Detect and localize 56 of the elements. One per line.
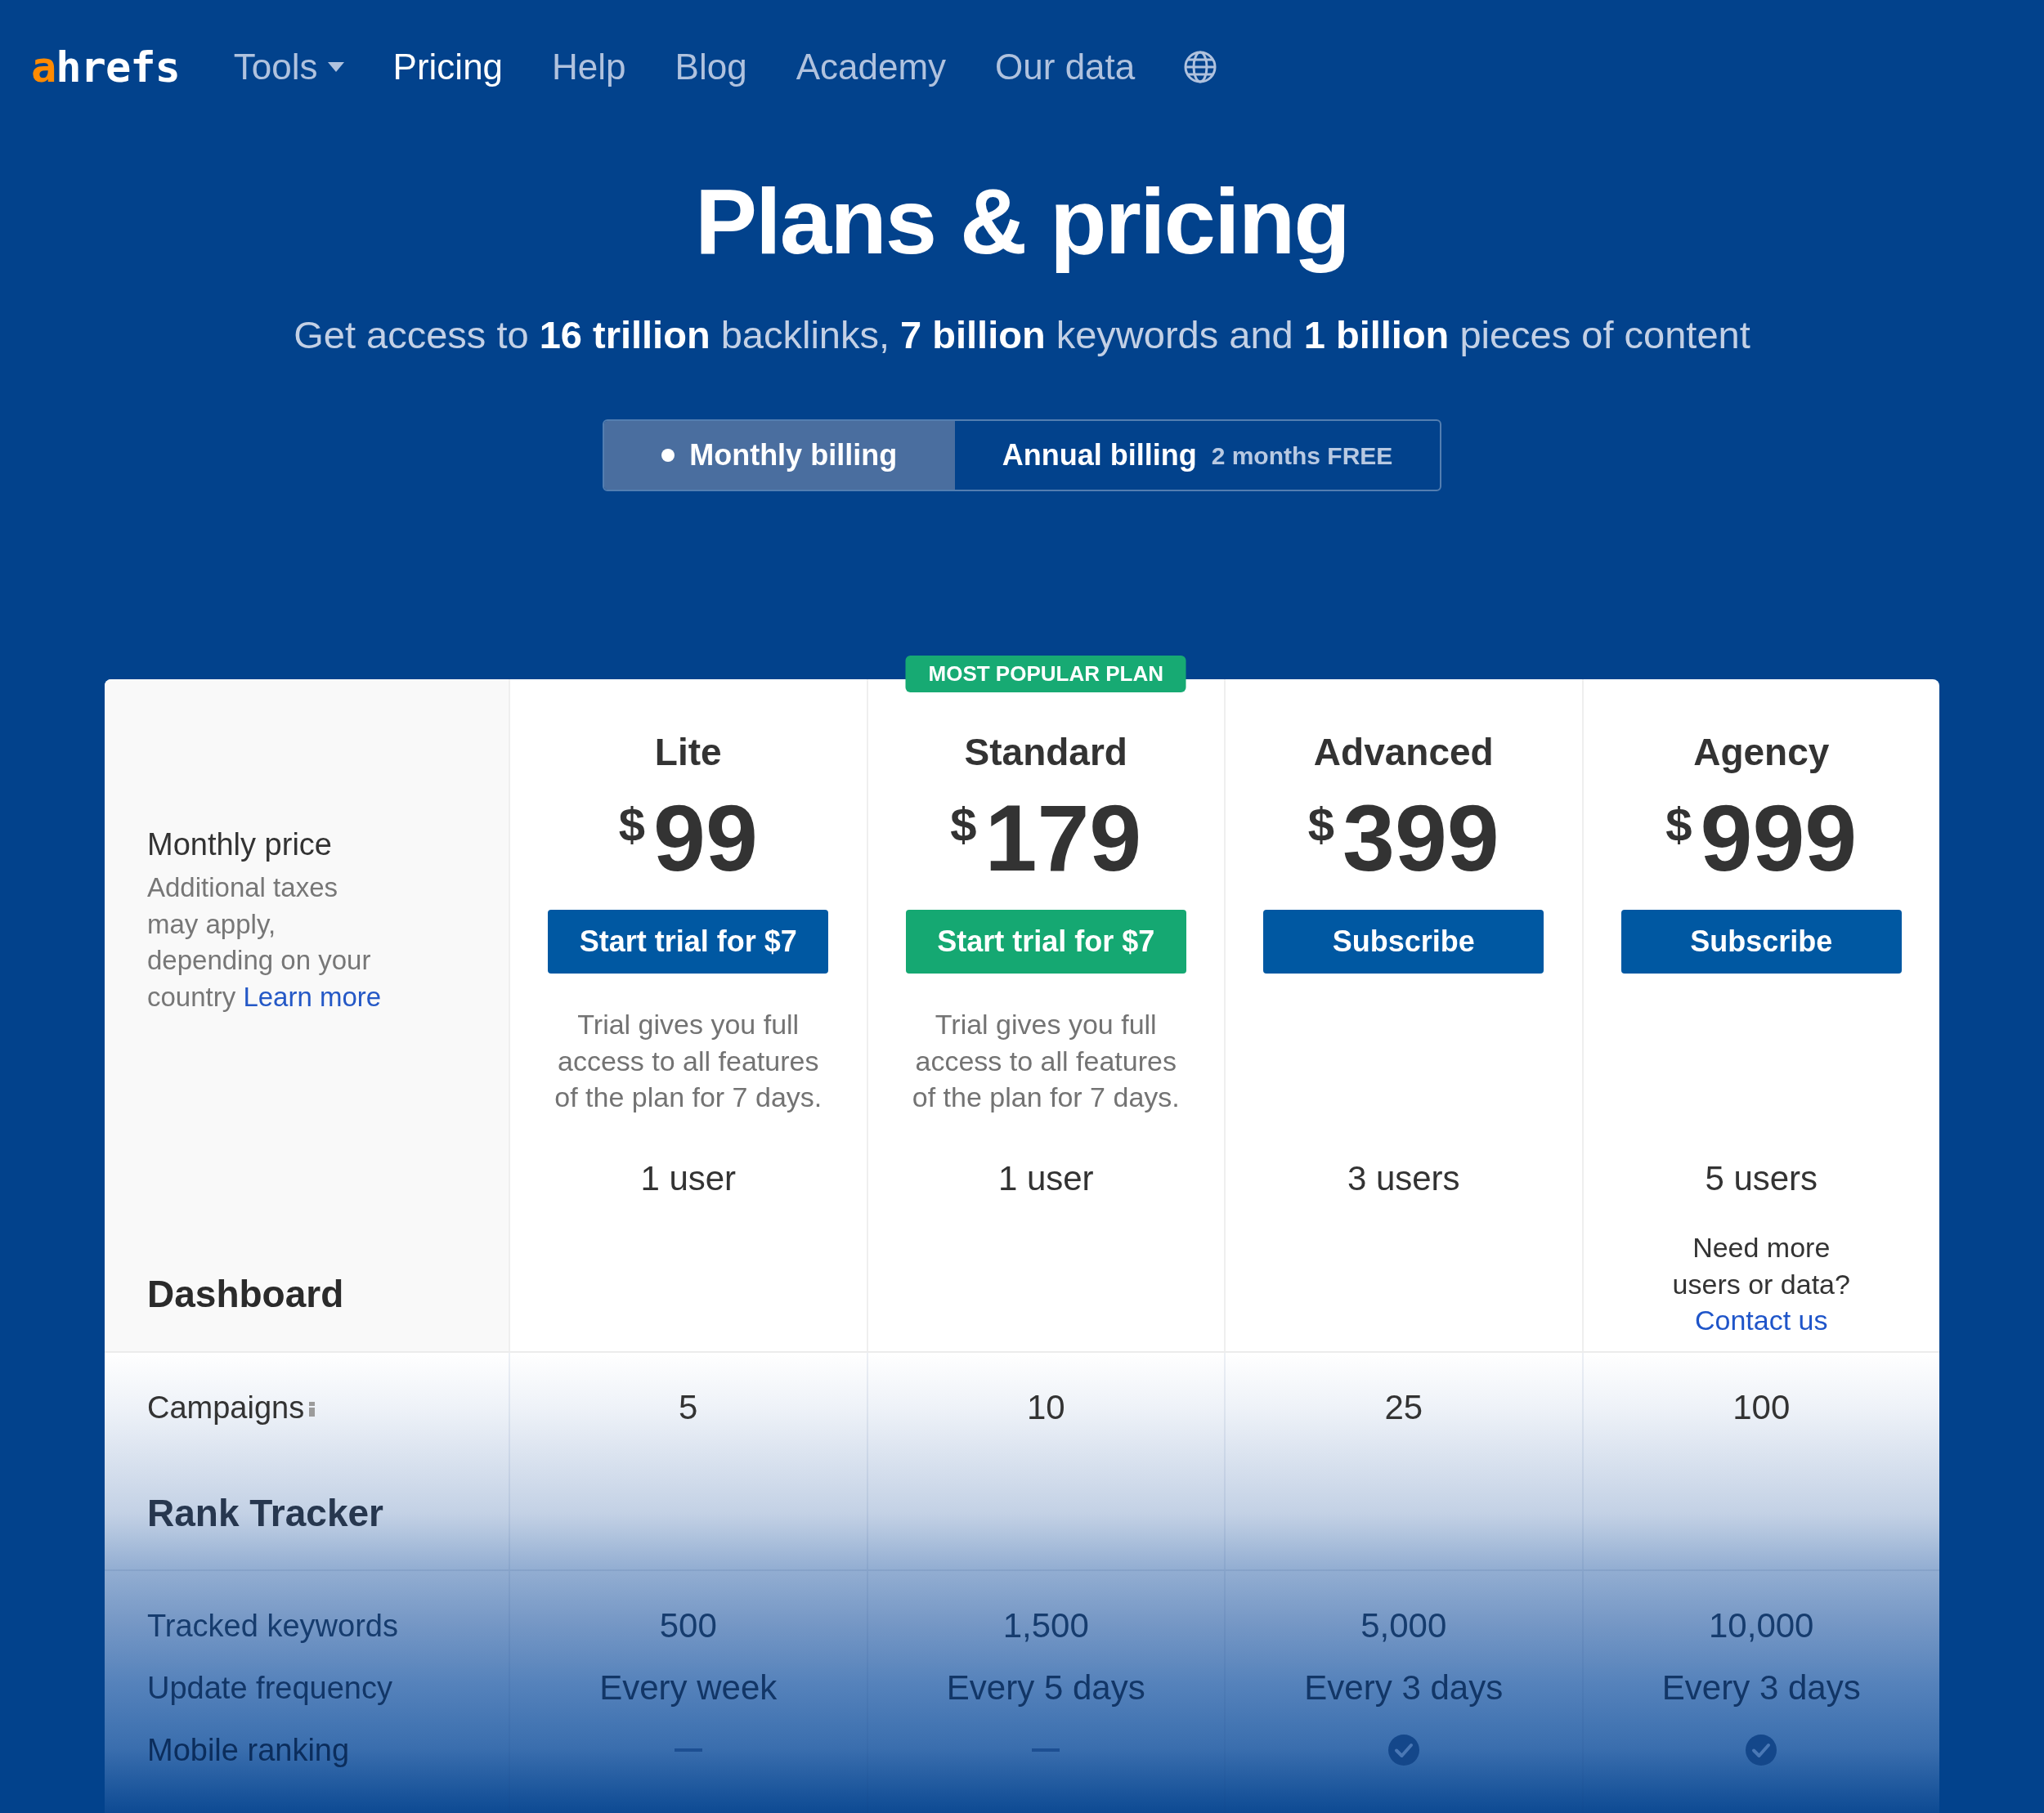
feature-value: 100	[1732, 1386, 1791, 1428]
plan-price: $99	[618, 791, 758, 885]
user-count: 1 user	[997, 1158, 1094, 1199]
plan-price: $399	[1307, 791, 1499, 885]
feature-label: Tracked keywords	[147, 1607, 398, 1645]
contact-note: Need more users or data?	[1671, 1231, 1851, 1301]
trial-note: Trial gives you full access to all features of the plan for 7 days.	[911, 1008, 1181, 1114]
subscribe-button[interactable]: Subscribe	[1620, 910, 1902, 974]
nav-link[interactable]: Blog	[675, 45, 747, 89]
feature-value: 1,500	[1002, 1605, 1089, 1646]
section-heading: Rank Tracker	[147, 1490, 383, 1536]
nav-link[interactable]: Help	[552, 45, 626, 89]
plan-name: Lite	[654, 730, 722, 775]
radio-dot-icon	[661, 449, 675, 462]
user-count: 1 user	[640, 1158, 737, 1199]
billing-option[interactable]: Monthly billing	[603, 421, 955, 490]
section-heading: Dashboard	[147, 1271, 344, 1317]
nav-dropdown[interactable]: Tools	[233, 45, 344, 89]
page-title: Plans & pricing	[695, 168, 1349, 275]
plan-price: $999	[1665, 791, 1858, 885]
contact-link[interactable]: Contact us	[1695, 1302, 1828, 1339]
nav-link[interactable]: Academy	[796, 45, 947, 89]
feature-value: Every 3 days	[1304, 1667, 1504, 1708]
nav-link[interactable]: Pricing	[392, 45, 504, 89]
feature-value: 25	[1384, 1386, 1423, 1428]
feature-value: 10	[1026, 1386, 1065, 1428]
feature-value: 5	[679, 1386, 698, 1428]
nav-link[interactable]: Our data	[995, 45, 1136, 89]
learn-more-link[interactable]: Learn more	[243, 981, 382, 1012]
tax-note: Additional taxes may apply, depending on your country Learn more	[147, 871, 383, 1014]
feature-value: Every week	[599, 1667, 778, 1708]
price-label: Monthly price	[147, 826, 332, 863]
subscribe-button[interactable]: Subscribe	[1263, 910, 1544, 974]
logo-wordmark[interactable]: ahrefs	[31, 46, 180, 88]
plan-name: Agency	[1693, 730, 1830, 775]
user-count: 5 users	[1705, 1158, 1818, 1199]
trial-note: Trial gives you full access to all features of the plan for 7 days.	[554, 1008, 823, 1114]
feature-value: 500	[659, 1605, 717, 1646]
user-count: 3 users	[1347, 1158, 1460, 1199]
feature-value: Every 3 days	[1661, 1667, 1861, 1708]
billing-option[interactable]: Annual billing 2 months FREE	[954, 421, 1441, 490]
trial-button[interactable]: Start trial for $7	[548, 910, 829, 974]
plan-name: Standard	[964, 730, 1127, 775]
feature-value: Every 5 days	[946, 1667, 1145, 1708]
trial-button[interactable]: Start trial for $7	[905, 910, 1186, 974]
feature-label: Update frequency	[147, 1669, 392, 1707]
feature-label: Mobile ranking	[147, 1731, 350, 1769]
page-subtitle: Get access to 16 trillion backlinks, 7 billion keywords and 1 billion pieces of content	[294, 312, 1750, 358]
feature-label: Campaigns	[147, 1389, 305, 1426]
plan-badge: MOST POPULAR PLAN	[905, 656, 1186, 692]
globe-icon[interactable]	[1184, 51, 1217, 83]
plan-price: $179	[950, 791, 1142, 885]
plan-name: Advanced	[1313, 730, 1494, 775]
feature-value: 10,000	[1709, 1605, 1814, 1646]
caret-icon	[327, 62, 344, 72]
feature-value: 5,000	[1360, 1605, 1447, 1646]
